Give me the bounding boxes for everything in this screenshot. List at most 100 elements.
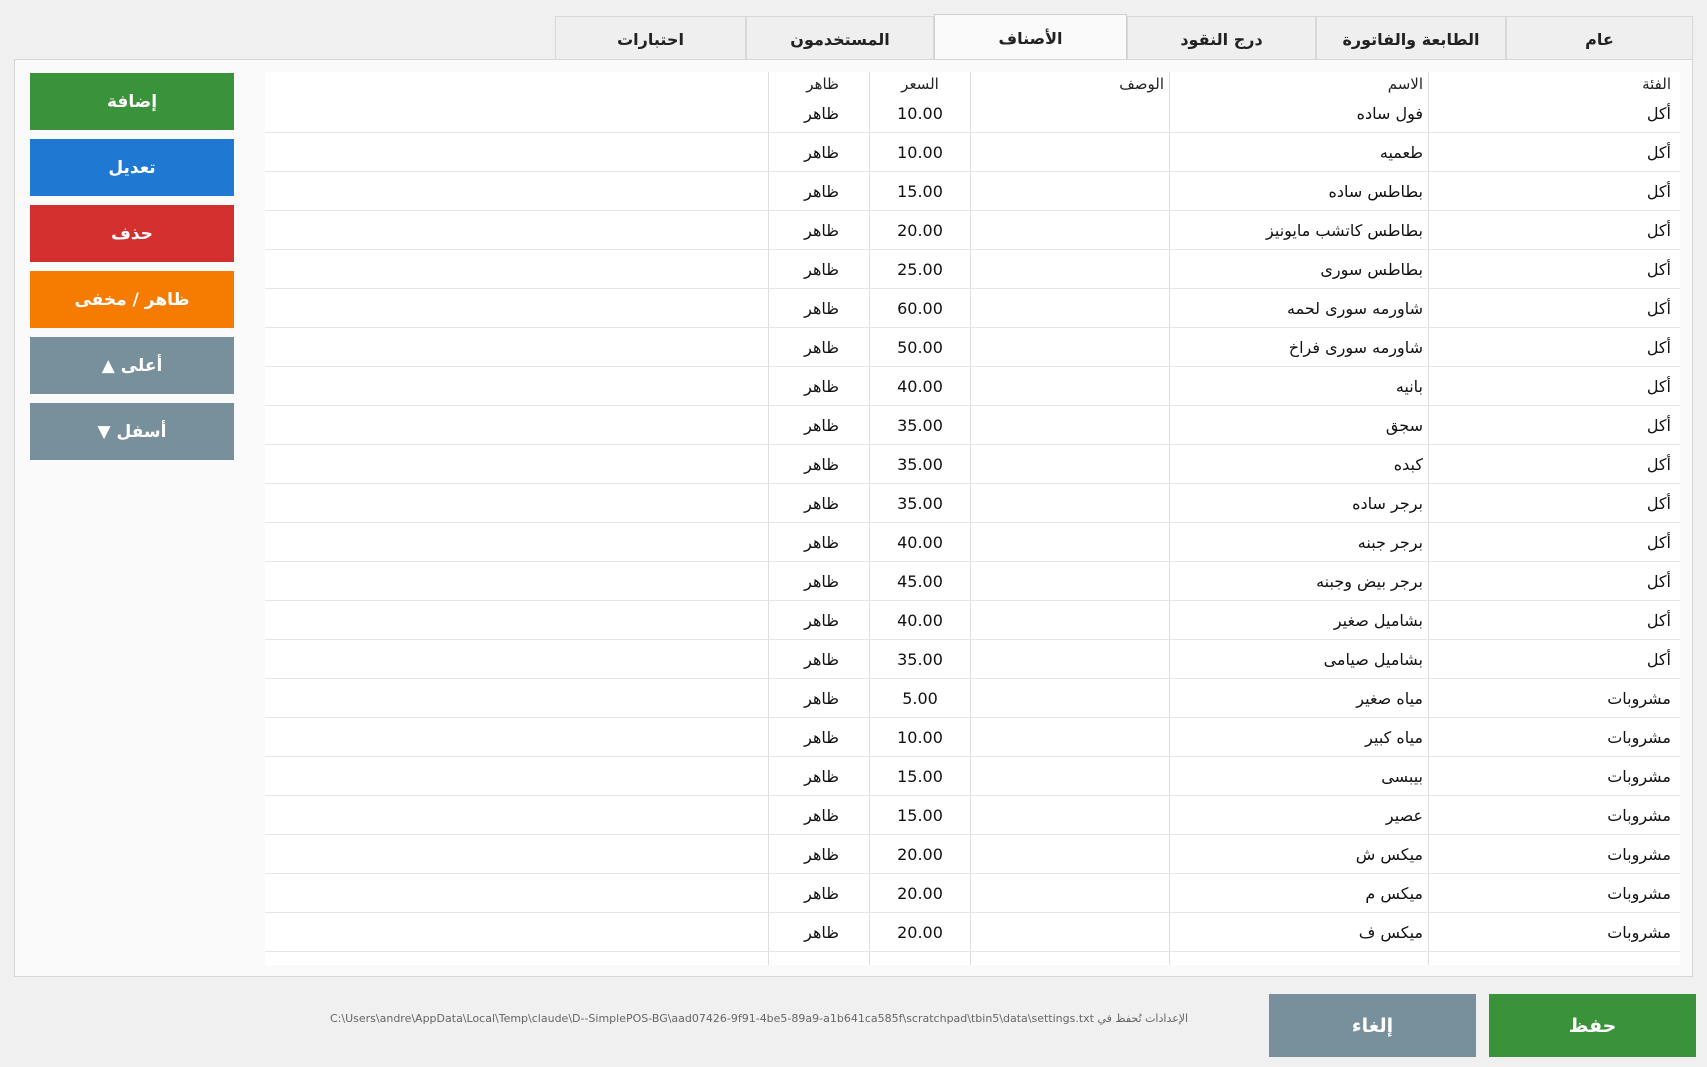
move-down-button[interactable]: ▼ أسفل: [30, 403, 234, 460]
cell-description: [971, 328, 1169, 366]
table-row[interactable]: أكل بشاميل صيامى 35.00 ظاهر: [265, 640, 1680, 679]
cell-description: [971, 445, 1169, 483]
table-row[interactable]: أكل بشاميل صغير 40.00 ظاهر: [265, 601, 1680, 640]
cell-visibility: ظاهر: [804, 259, 839, 279]
cell-category: أكل: [1646, 142, 1671, 162]
cell-description: [971, 640, 1169, 678]
cell-category: مشروبات: [1607, 922, 1671, 942]
tab-cash-drawer[interactable]: درج النقود: [1127, 16, 1316, 62]
cell-category: أكل: [1646, 181, 1671, 201]
table-row[interactable]: أكل كبده 35.00 ظاهر: [265, 445, 1680, 484]
cell-name: برجر بيض وجبنه: [1316, 571, 1423, 591]
table-row[interactable]: مشروبات ميكس ش 20.00 ظاهر: [265, 835, 1680, 874]
cell-price: 50.00: [897, 337, 943, 357]
cell-name: مياه كبير: [1365, 727, 1423, 747]
cell-description: [971, 406, 1169, 444]
items-table[interactable]: الفئة الاسم الوصف السعر ظاهر أكل فول ساده…: [265, 72, 1680, 965]
tab-items[interactable]: الأصناف: [934, 14, 1127, 61]
delete-button[interactable]: حذف: [30, 205, 234, 262]
cell-price: 40.00: [897, 532, 943, 552]
cell-description: [971, 679, 1169, 717]
cell-name: بيبسى: [1381, 766, 1423, 786]
cell-name: شاورمه سورى فراخ: [1288, 337, 1423, 357]
cell-name: بطاطس سورى: [1320, 259, 1423, 279]
table-row[interactable]: مشروبات عصير 15.00 ظاهر: [265, 796, 1680, 835]
cell-visibility: ظاهر: [804, 532, 839, 552]
edit-button[interactable]: تعديل: [30, 139, 234, 196]
cell-visibility: ظاهر: [804, 766, 839, 786]
cell-visibility: ظاهر: [804, 493, 839, 513]
table-row[interactable]: أكل برجر جبنه 40.00 ظاهر: [265, 523, 1680, 562]
tab-users[interactable]: المستخدمون: [746, 16, 934, 62]
cell-description: [971, 250, 1169, 288]
cell-description: [971, 172, 1169, 210]
cell-price: 10.00: [897, 727, 943, 747]
cell-price: 10.00: [897, 142, 943, 162]
cell-visibility: ظاهر: [804, 298, 839, 318]
cell-visibility: ظاهر: [804, 883, 839, 903]
table-row[interactable]: أكل بطاطس كاتشب مايونيز 20.00 ظاهر: [265, 211, 1680, 250]
cell-category: أكل: [1646, 571, 1671, 591]
cell-description: [971, 796, 1169, 834]
cell-visibility: ظاهر: [804, 220, 839, 240]
cell-description: [971, 874, 1169, 912]
cell-visibility: ظاهر: [804, 454, 839, 474]
table-row[interactable]: أكل بانيه 40.00 ظاهر: [265, 367, 1680, 406]
cell-name: ميكس ف: [1358, 922, 1423, 942]
cell-visibility: ظاهر: [804, 415, 839, 435]
cell-category: أكل: [1646, 454, 1671, 474]
cell-price: 40.00: [897, 610, 943, 630]
table-row[interactable]: أكل طعميه 10.00 ظاهر: [265, 133, 1680, 172]
cell-name: فول ساده: [1356, 103, 1423, 123]
settings-window: عام الطابعة والفاتورة درج النقود الأصناف…: [0, 0, 1707, 1067]
save-button[interactable]: حفظ: [1489, 994, 1696, 1057]
cell-price: 40.00: [897, 376, 943, 396]
cell-visibility: ظاهر: [804, 337, 839, 357]
cell-category: مشروبات: [1607, 766, 1671, 786]
cell-price: 45.00: [897, 571, 943, 591]
table-row[interactable]: مشروبات مياه كبير 10.00 ظاهر: [265, 718, 1680, 757]
cell-category: أكل: [1646, 337, 1671, 357]
cell-price: 35.00: [897, 649, 943, 669]
cell-price: 20.00: [897, 220, 943, 240]
table-row[interactable]: أكل شاورمه سورى فراخ 50.00 ظاهر: [265, 328, 1680, 367]
cell-visibility: ظاهر: [804, 649, 839, 669]
cell-description: [971, 601, 1169, 639]
cell-description: [971, 913, 1169, 951]
cell-price: 15.00: [897, 805, 943, 825]
cell-price: 35.00: [897, 454, 943, 474]
toggle-visibility-button[interactable]: ظاهر / مخفى: [30, 271, 234, 328]
cell-price: 20.00: [897, 922, 943, 942]
tab-general[interactable]: عام: [1506, 16, 1693, 62]
cell-description: [971, 562, 1169, 600]
table-row[interactable]: مشروبات ميكس ف 20.00 ظاهر: [265, 913, 1680, 952]
cell-name: سجق: [1385, 415, 1423, 435]
tab-tests[interactable]: احتبارات: [555, 16, 746, 62]
settings-path-note: C:\Users\andre\AppData\Local\Temp\claude…: [330, 1012, 1189, 1025]
table-row[interactable]: أكل بطاطس ساده 15.00 ظاهر: [265, 172, 1680, 211]
cell-visibility: ظاهر: [804, 376, 839, 396]
cell-description: [971, 523, 1169, 561]
table-row[interactable]: أكل فول ساده 10.00 ظاهر: [265, 94, 1680, 133]
table-row[interactable]: أكل بطاطس سورى 25.00 ظاهر: [265, 250, 1680, 289]
table-row[interactable]: أكل برجر بيض وجبنه 45.00 ظاهر: [265, 562, 1680, 601]
cell-name: كبده: [1393, 454, 1423, 474]
table-row[interactable]: مشروبات بيبسى 15.00 ظاهر: [265, 757, 1680, 796]
cell-name: برجر ساده: [1352, 493, 1423, 513]
cell-description: [971, 367, 1169, 405]
table-row[interactable]: أكل برجر ساده 35.00 ظاهر: [265, 484, 1680, 523]
cell-name: ميكس ش: [1355, 844, 1423, 864]
cell-category: أكل: [1646, 298, 1671, 318]
cell-category: مشروبات: [1607, 727, 1671, 747]
tab-printer-invoice[interactable]: الطابعة والفاتورة: [1316, 16, 1506, 62]
cell-visibility: ظاهر: [804, 844, 839, 864]
cell-price: 35.00: [897, 493, 943, 513]
table-row[interactable]: أكل شاورمه سورى لحمه 60.00 ظاهر: [265, 289, 1680, 328]
add-button[interactable]: إضافة: [30, 73, 234, 130]
move-up-button[interactable]: ▲ أعلى: [30, 337, 234, 394]
table-row[interactable]: مشروبات مياه صغير 5.00 ظاهر: [265, 679, 1680, 718]
cell-category: مشروبات: [1607, 805, 1671, 825]
table-row[interactable]: مشروبات ميكس م 20.00 ظاهر: [265, 874, 1680, 913]
table-row[interactable]: أكل سجق 35.00 ظاهر: [265, 406, 1680, 445]
cancel-button[interactable]: إلغاء: [1269, 994, 1476, 1057]
